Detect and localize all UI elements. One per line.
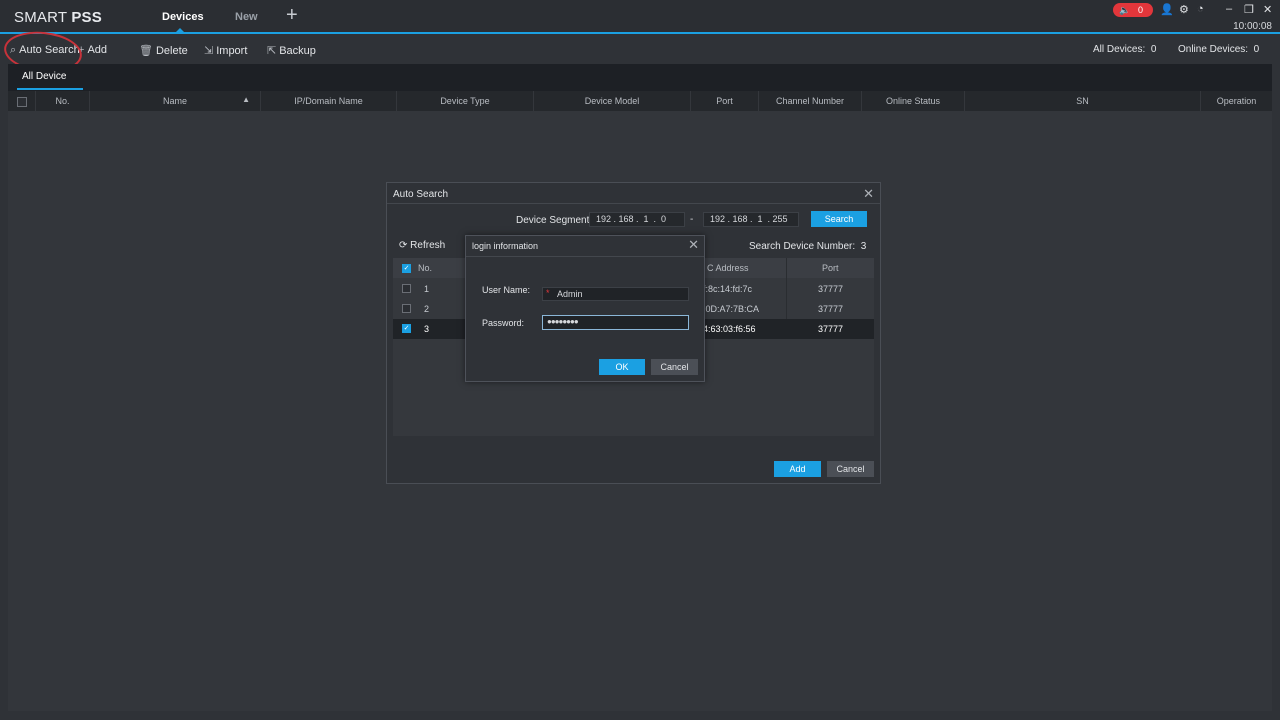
refresh-icon: ⟳ [399,240,408,251]
row-port: 37777 [818,324,844,334]
row-checkbox[interactable]: ✓ [402,324,411,333]
cancel-button[interactable]: Cancel [651,359,698,375]
device-table-header: No. Name ▲ IP/Domain Name Device Type Dev… [8,91,1272,111]
col-device-type[interactable]: Device Type [397,91,534,111]
speaker-icon: 🔈 [1119,5,1131,15]
select-all-checkbox[interactable] [16,96,27,107]
restore-icon[interactable]: ❐ [1244,3,1254,16]
col-operation[interactable]: Operation [1201,91,1272,111]
trash-icon: 🗑 [139,45,153,57]
tab-all-device[interactable]: All Device [22,71,66,82]
login-dialog: login information ✕ User Name: Admin * P… [465,235,705,382]
toolbar: ⌕ Auto Search + Add 🗑 Delete ⇲ Import ⇱ Backu… [0,36,1280,64]
col-sn[interactable]: SN [965,91,1201,111]
select-all-cell[interactable] [8,91,36,111]
col-device-model[interactable]: Device Model [534,91,691,111]
gear-icon[interactable]: ⚙ [1179,3,1189,16]
username-field[interactable]: Admin [542,287,689,301]
sub-tab-bar: All Device [8,64,1272,91]
row-mac: 4:63:03:f6:56 [703,324,756,334]
cancel-button[interactable]: Cancel [827,461,874,477]
ok-button[interactable]: OK [599,359,645,375]
active-subtab-indicator [17,88,83,90]
divider [387,203,880,204]
ip-range-dash: - [690,214,694,225]
select-all-checkbox[interactable]: ✓ [402,264,411,273]
add-tab-button[interactable]: + [286,5,298,25]
col-no[interactable]: No. [36,91,90,111]
dialog-title: login information [472,241,539,251]
alarm-badge[interactable]: 🔈 0 [1113,3,1153,17]
add-button[interactable]: + Add [78,44,107,56]
divider [466,256,704,257]
username-label: User Name: [482,285,531,295]
close-icon[interactable]: ✕ [863,186,874,202]
row-mac: f:8c:14:fd:7c [703,284,753,294]
row-no: 2 [424,304,430,314]
row-checkbox[interactable] [402,284,411,293]
all-devices-count: All Devices: 0 [1093,44,1157,55]
alarm-count: 0 [1137,5,1143,15]
dialog-title: Auto Search [393,189,449,200]
password-label: Password: [482,318,525,328]
import-icon: ⇲ [204,45,214,57]
col-name[interactable]: Name ▲ [90,91,261,111]
row-no: 1 [424,284,430,294]
tab-new[interactable]: New [235,11,258,23]
tab-devices[interactable]: Devices [162,11,204,23]
required-mark: * [546,288,550,298]
col-ip[interactable]: IP/Domain Name [261,91,397,111]
user-icon[interactable]: 👤 [1160,3,1174,16]
col-no: No. [418,263,433,273]
col-port: Port [822,263,839,273]
close-icon[interactable]: ✕ [688,237,699,253]
title-bar: SMART PSS Devices New + 🔈 0 👤 ⚙ ◔ – ❐ ✕ 1… [0,0,1280,34]
password-field[interactable]: ●●●●●●●● [542,315,689,330]
row-port: 37777 [818,284,844,294]
search-button[interactable]: Search [811,211,867,227]
active-tab-indicator [175,28,185,33]
refresh-button[interactable]: ⟳ Refresh [399,240,445,251]
online-devices-count: Online Devices: 0 [1178,44,1260,55]
delete-button[interactable]: 🗑 Delete [139,44,188,57]
clock: 10:00:08 [1233,21,1272,32]
backup-button[interactable]: ⇱ Backup [267,44,316,57]
import-button[interactable]: ⇲ Import [204,44,247,57]
col-port[interactable]: Port [691,91,759,111]
app-logo: SMART PSS [14,9,102,26]
col-channel-number[interactable]: Channel Number [759,91,862,111]
row-mac: :0D:A7:7B:CA [703,304,760,314]
end-ip-input[interactable]: 192 . 168 . 1 . 255 [703,212,799,227]
device-segment-label: Device Segment: [516,215,593,226]
row-port: 37777 [818,304,844,314]
row-checkbox[interactable] [402,304,411,313]
add-button[interactable]: Add [774,461,821,477]
sort-asc-icon: ▲ [242,95,250,104]
gauge-icon[interactable]: ◔ [1197,3,1204,15]
close-icon[interactable]: ✕ [1263,3,1272,16]
row-no: 3 [424,324,430,334]
backup-icon: ⇱ [267,45,277,57]
search-device-number: Search Device Number: 3 [749,241,867,252]
minimize-icon[interactable]: – [1226,3,1232,15]
col-mac-address: C Address [707,263,749,273]
col-online-status[interactable]: Online Status [862,91,965,111]
start-ip-input[interactable]: 192 . 168 . 1 . 0 [589,212,685,227]
